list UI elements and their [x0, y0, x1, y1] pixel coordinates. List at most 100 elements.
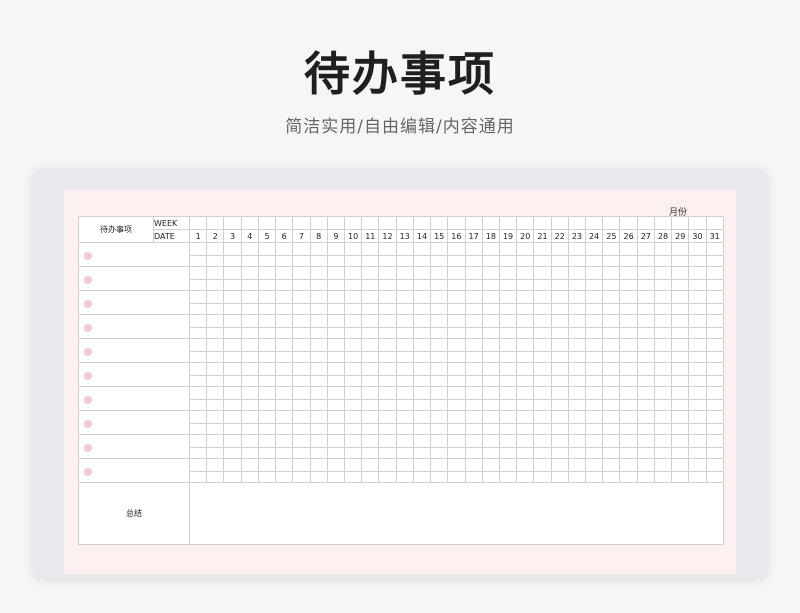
- check-cell[interactable]: [275, 242, 294, 256]
- note-cell[interactable]: [378, 447, 397, 459]
- check-cell[interactable]: [447, 362, 466, 376]
- check-cell[interactable]: [378, 458, 397, 472]
- check-cell[interactable]: [498, 386, 518, 400]
- check-cell[interactable]: [240, 242, 259, 256]
- note-cell[interactable]: [188, 375, 208, 387]
- check-cell[interactable]: [378, 386, 397, 400]
- note-cell[interactable]: [516, 375, 535, 387]
- note-cell[interactable]: [636, 327, 655, 339]
- check-cell[interactable]: [240, 410, 259, 424]
- check-cell[interactable]: [378, 338, 397, 352]
- date-cell[interactable]: 4: [240, 229, 259, 243]
- note-cell[interactable]: [309, 399, 328, 411]
- check-cell[interactable]: [309, 290, 328, 304]
- check-cell[interactable]: [206, 290, 225, 304]
- date-cell[interactable]: 27: [636, 229, 655, 243]
- check-cell[interactable]: [326, 410, 345, 424]
- date-cell[interactable]: 28: [653, 229, 673, 243]
- note-cell[interactable]: [343, 279, 363, 291]
- check-cell[interactable]: [326, 434, 345, 448]
- check-cell[interactable]: [395, 242, 414, 256]
- check-cell[interactable]: [602, 314, 621, 328]
- check-cell[interactable]: [206, 362, 225, 376]
- note-cell[interactable]: [705, 375, 724, 387]
- check-cell[interactable]: [430, 314, 449, 328]
- note-cell[interactable]: [430, 279, 449, 291]
- note-cell[interactable]: [602, 351, 621, 363]
- note-cell[interactable]: [464, 399, 483, 411]
- check-cell[interactable]: [498, 362, 518, 376]
- note-cell[interactable]: [464, 279, 483, 291]
- week-cell[interactable]: [498, 216, 518, 230]
- note-cell[interactable]: [533, 375, 552, 387]
- note-cell[interactable]: [361, 423, 380, 435]
- check-cell[interactable]: [533, 362, 552, 376]
- check-cell[interactable]: [257, 242, 277, 256]
- check-cell[interactable]: [257, 458, 277, 472]
- note-cell[interactable]: [343, 423, 363, 435]
- date-cell[interactable]: 30: [688, 229, 707, 243]
- check-cell[interactable]: [188, 434, 208, 448]
- check-cell[interactable]: [412, 410, 432, 424]
- task-name-cell[interactable]: [78, 458, 190, 483]
- check-cell[interactable]: [430, 386, 449, 400]
- note-cell[interactable]: [550, 447, 569, 459]
- check-cell[interactable]: [343, 386, 363, 400]
- check-cell[interactable]: [257, 314, 277, 328]
- note-cell[interactable]: [292, 279, 311, 291]
- week-cell[interactable]: [395, 216, 414, 230]
- week-cell[interactable]: [361, 216, 380, 230]
- check-cell[interactable]: [188, 458, 208, 472]
- note-cell[interactable]: [206, 471, 225, 483]
- note-cell[interactable]: [447, 327, 466, 339]
- note-cell[interactable]: [430, 423, 449, 435]
- check-cell[interactable]: [464, 242, 483, 256]
- note-cell[interactable]: [567, 255, 587, 267]
- note-cell[interactable]: [188, 399, 208, 411]
- note-cell[interactable]: [188, 471, 208, 483]
- check-cell[interactable]: [688, 458, 707, 472]
- check-cell[interactable]: [602, 434, 621, 448]
- check-cell[interactable]: [653, 362, 673, 376]
- note-cell[interactable]: [550, 279, 569, 291]
- check-cell[interactable]: [585, 266, 604, 280]
- check-cell[interactable]: [550, 458, 569, 472]
- note-cell[interactable]: [412, 423, 432, 435]
- note-cell[interactable]: [188, 447, 208, 459]
- note-cell[interactable]: [498, 351, 518, 363]
- check-cell[interactable]: [619, 434, 638, 448]
- note-cell[interactable]: [619, 423, 638, 435]
- note-cell[interactable]: [378, 423, 397, 435]
- check-cell[interactable]: [343, 434, 363, 448]
- note-cell[interactable]: [464, 447, 483, 459]
- note-cell[interactable]: [326, 327, 345, 339]
- check-cell[interactable]: [636, 338, 655, 352]
- check-cell[interactable]: [275, 362, 294, 376]
- note-cell[interactable]: [516, 447, 535, 459]
- note-cell[interactable]: [257, 255, 277, 267]
- check-cell[interactable]: [671, 290, 690, 304]
- check-cell[interactable]: [533, 458, 552, 472]
- note-cell[interactable]: [275, 351, 294, 363]
- note-cell[interactable]: [361, 399, 380, 411]
- check-cell[interactable]: [481, 386, 500, 400]
- note-cell[interactable]: [206, 255, 225, 267]
- check-cell[interactable]: [653, 410, 673, 424]
- note-cell[interactable]: [688, 423, 707, 435]
- note-cell[interactable]: [585, 279, 604, 291]
- note-cell[interactable]: [705, 447, 724, 459]
- week-cell[interactable]: [464, 216, 483, 230]
- week-cell[interactable]: [240, 216, 259, 230]
- note-cell[interactable]: [464, 375, 483, 387]
- check-cell[interactable]: [705, 458, 724, 472]
- note-cell[interactable]: [240, 399, 259, 411]
- note-cell[interactable]: [240, 423, 259, 435]
- check-cell[interactable]: [636, 290, 655, 304]
- check-cell[interactable]: [619, 290, 638, 304]
- check-cell[interactable]: [567, 242, 587, 256]
- note-cell[interactable]: [240, 471, 259, 483]
- check-cell[interactable]: [688, 362, 707, 376]
- check-cell[interactable]: [309, 434, 328, 448]
- check-cell[interactable]: [223, 290, 242, 304]
- week-cell[interactable]: [447, 216, 466, 230]
